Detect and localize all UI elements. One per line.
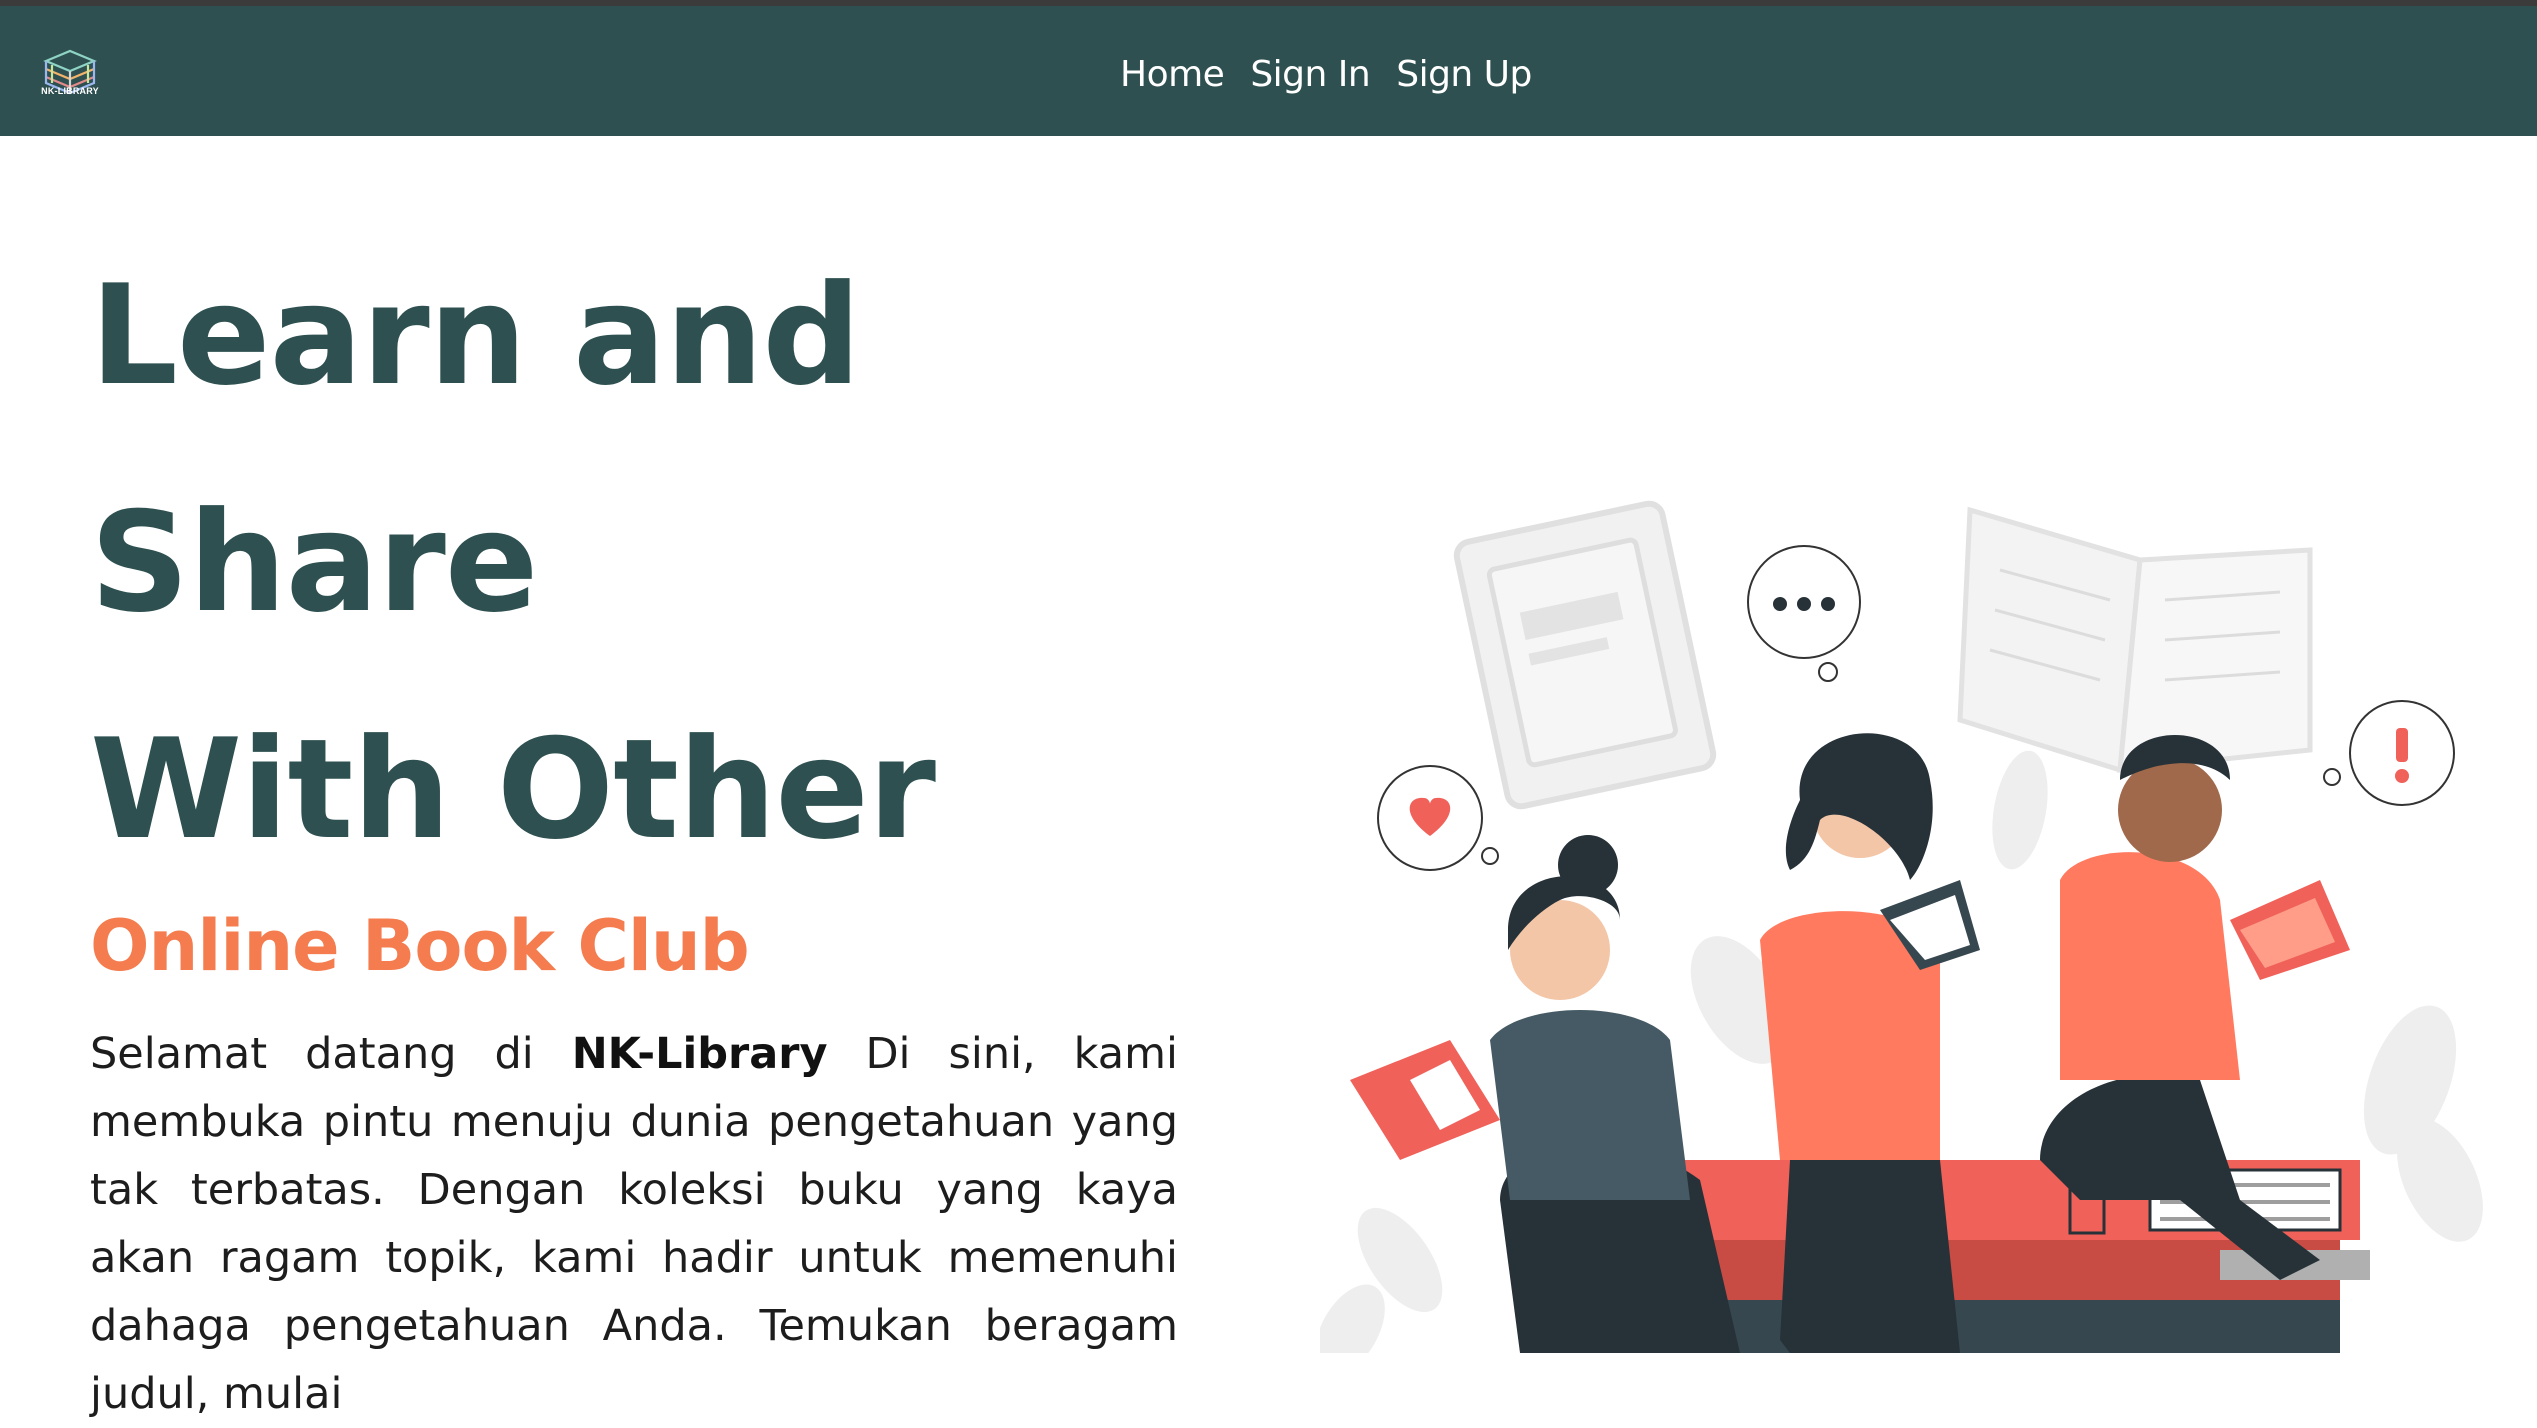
nav-link-home[interactable]: Home xyxy=(1120,54,1225,95)
people-reading-illustration xyxy=(1320,500,2483,1353)
intro-start: Selamat datang di xyxy=(90,1029,572,1079)
hero-title-line-3: With Other xyxy=(90,709,936,870)
speech-bubble-dots xyxy=(1747,545,1861,682)
nav-links: Home Sign In Sign Up xyxy=(1120,44,1532,104)
intro-paragraph: Selamat datang di NK-Library Di sini, ka… xyxy=(90,1020,1178,1428)
logo-text: NK-LIBRARY xyxy=(41,86,99,96)
intro-brand: NK-Library xyxy=(571,1029,828,1079)
nav-link-sign-up[interactable]: Sign Up xyxy=(1396,54,1532,95)
hero-title: Learn and Share With Other xyxy=(90,222,1190,903)
navbar: NK-LIBRARY Home Sign In Sign Up xyxy=(0,6,2537,136)
library-logo-icon[interactable] xyxy=(38,38,102,108)
floating-open-book-illustration xyxy=(1957,506,2313,774)
speech-bubble-exclamation xyxy=(2323,700,2455,806)
nav-link-sign-in[interactable]: Sign In xyxy=(1250,54,1370,95)
woman-reading-center xyxy=(1760,733,1980,1353)
hero-title-line-1: Learn and xyxy=(90,255,861,416)
intro-rest: Di sini, kami membuka pintu menuju dunia… xyxy=(90,1029,1178,1419)
speech-bubble-heart xyxy=(1377,765,1499,871)
hero-subtitle: Online Book Club xyxy=(90,905,750,987)
hero-title-line-2: Share xyxy=(90,482,538,643)
floating-phone-illustration xyxy=(1453,500,1717,810)
